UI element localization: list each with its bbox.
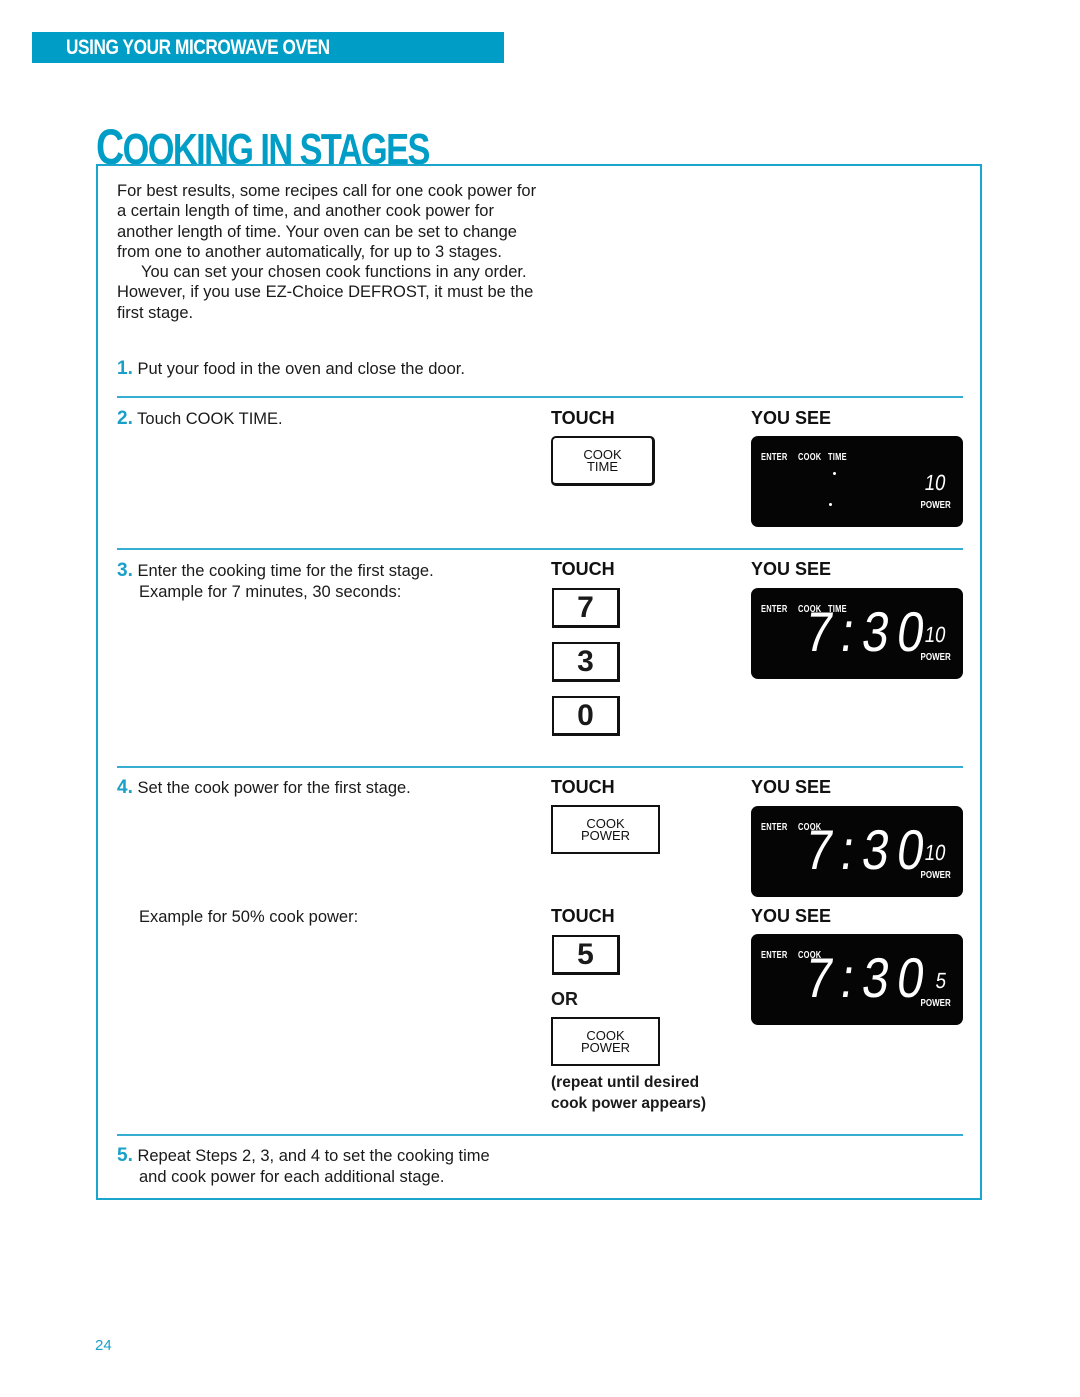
power-indicator: POWER (920, 870, 951, 881)
repeat-note: (repeat until desired cook power appears… (551, 1072, 706, 1114)
step-text: Set the cook power for the first stage. (137, 779, 411, 797)
note-line: cook power appears) (551, 1095, 707, 1112)
cook-indicator: COOK (798, 452, 822, 463)
divider (117, 766, 963, 768)
number-key-0[interactable]: 0 (552, 696, 620, 736)
cook-time-button[interactable]: COOK TIME (551, 436, 655, 486)
enter-indicator: ENTER (761, 950, 788, 961)
or-label: OR (551, 989, 578, 1009)
time-indicator: TIME (828, 452, 847, 463)
intro-text: For best results, some recipes call for … (117, 181, 537, 323)
you-see-header: YOU SEE (751, 906, 832, 926)
step-number: 1. (117, 358, 133, 379)
you-see-header: YOU SEE (751, 408, 832, 428)
power-readout: 10 (922, 622, 947, 647)
step-number: 4. (117, 777, 133, 798)
step-subtext: Example for 7 minutes, 30 seconds: (139, 582, 402, 601)
button-label-line2: POWER (580, 1039, 631, 1055)
note-line: (repeat until desired (551, 1074, 700, 1091)
divider (117, 396, 963, 398)
display-panel: ENTER COOK 7:30 10 POWER (751, 806, 963, 897)
step-number: 2. (117, 408, 133, 429)
step-number: 3. (117, 560, 133, 581)
time-readout: 7:30 (801, 600, 938, 663)
step-text: Repeat Steps 2, 3, and 4 to set the cook… (137, 1147, 490, 1165)
power-readout: 5 (933, 968, 948, 993)
cook-power-button[interactable]: COOK POWER (551, 1017, 660, 1066)
display-panel: ENTER COOK 7:30 5 POWER (751, 934, 963, 1025)
time-readout: 7:30 (801, 818, 938, 881)
step-text: Put your food in the oven and close the … (137, 360, 465, 378)
section-banner: USING YOUR MICROWAVE OVEN (32, 32, 504, 63)
power-readout: 10 (922, 470, 947, 495)
colon-dot (833, 472, 836, 475)
intro-para-2-text: You can set your chosen cook functions i… (117, 263, 534, 322)
divider (117, 548, 963, 550)
step-3: 3. Enter the cooking time for the first … (117, 560, 434, 602)
step-4: 4. Set the cook power for the first stag… (117, 777, 411, 799)
time-readout: 7:30 (801, 946, 938, 1009)
display-panel: ENTER COOK TIME 7:30 10 POWER (751, 588, 963, 679)
intro-para-2: You can set your chosen cook functions i… (117, 262, 537, 323)
example-text: Example for 50% cook power: (139, 908, 359, 926)
divider (117, 1134, 963, 1136)
section-title: USING YOUR MICROWAVE OVEN (66, 36, 330, 59)
enter-indicator: ENTER (761, 822, 788, 833)
number-key-3[interactable]: 3 (552, 642, 620, 682)
intro-para-1: For best results, some recipes call for … (117, 182, 537, 261)
button-label-line2: POWER (580, 827, 631, 843)
power-indicator: POWER (920, 500, 951, 511)
enter-indicator: ENTER (761, 452, 788, 463)
page-number: 24 (95, 1337, 112, 1354)
step-subtext: and cook power for each additional stage… (139, 1167, 445, 1186)
step-2: 2. Touch COOK TIME. (117, 408, 283, 430)
step-text: Enter the cooking time for the first sta… (137, 562, 434, 580)
step-5: 5. Repeat Steps 2, 3, and 4 to set the c… (117, 1145, 490, 1187)
power-readout: 10 (922, 840, 947, 865)
step-number: 5. (117, 1145, 133, 1166)
colon-dot (829, 503, 832, 506)
display-panel: ENTER COOK TIME 10 POWER (751, 436, 963, 527)
touch-header: TOUCH (551, 408, 615, 428)
enter-indicator: ENTER (761, 604, 788, 615)
step-text: Touch COOK TIME. (137, 410, 283, 428)
you-see-header: YOU SEE (751, 559, 832, 579)
step-1: 1. Put your food in the oven and close t… (117, 358, 465, 380)
cook-power-button[interactable]: COOK POWER (551, 805, 660, 854)
touch-header: TOUCH (551, 777, 615, 797)
number-key-7[interactable]: 7 (552, 588, 620, 628)
power-indicator: POWER (920, 998, 951, 1009)
button-label-line2: TIME (586, 458, 619, 474)
power-indicator: POWER (920, 652, 951, 663)
touch-header: TOUCH (551, 906, 615, 926)
you-see-header: YOU SEE (751, 777, 832, 797)
touch-header: TOUCH (551, 559, 615, 579)
number-key-5[interactable]: 5 (552, 935, 620, 975)
